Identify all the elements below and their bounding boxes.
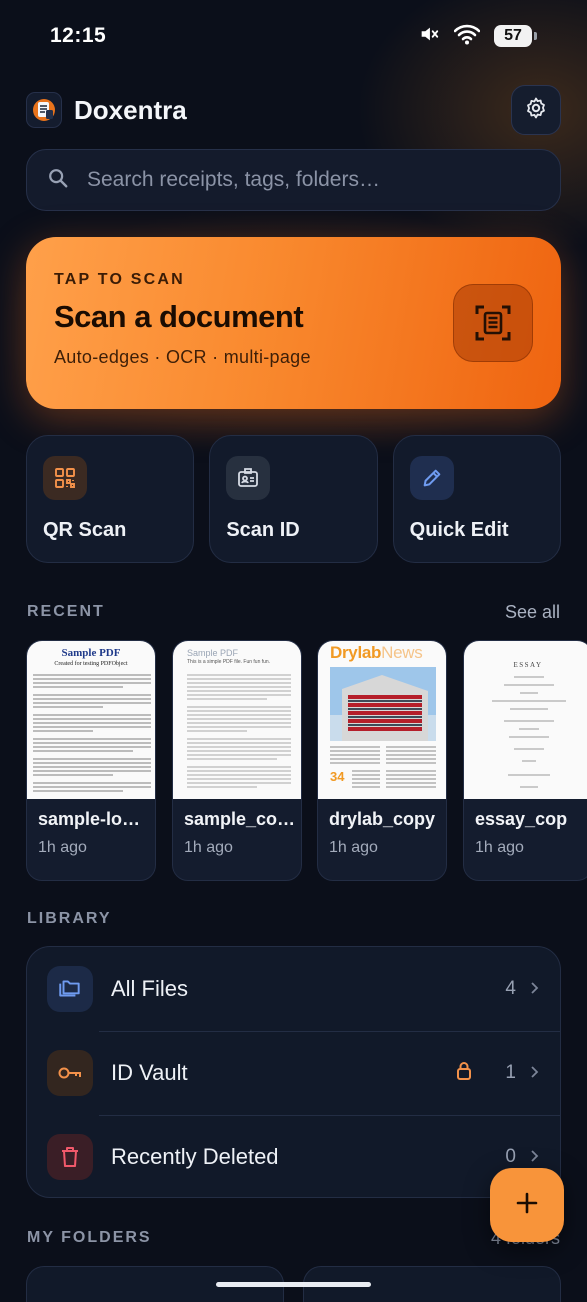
scan-document-card[interactable]: TAP TO SCAN Scan a document Auto-edges ·… xyxy=(26,237,561,409)
status-bar: 12:15 57 xyxy=(0,0,587,72)
document-thumbnail: Sample PDF Created for testing PDFObject xyxy=(27,641,155,799)
scan-id-button[interactable]: Scan ID xyxy=(209,435,378,563)
chevron-right-icon xyxy=(530,1147,540,1168)
library-item-count: 1 xyxy=(505,1062,516,1083)
quick-tools: QR Scan Scan ID Quick Edit xyxy=(26,435,561,563)
status-time: 12:15 xyxy=(50,24,107,47)
thumb-subtitle: Created for testing PDFObject xyxy=(54,661,128,667)
svg-text:34: 34 xyxy=(330,769,345,784)
thumb-title: Sample PDF xyxy=(187,648,239,658)
library-item-count: 0 xyxy=(505,1146,516,1167)
add-button[interactable] xyxy=(490,1168,564,1242)
gear-icon xyxy=(524,96,548,125)
settings-button[interactable] xyxy=(511,85,561,135)
lock-icon xyxy=(455,1061,473,1086)
document-thumbnail: DrylabNews 34 xyxy=(318,641,446,799)
document-scanner-icon[interactable] xyxy=(453,284,533,362)
battery-icon: 57 xyxy=(494,25,537,47)
battery-level: 57 xyxy=(494,25,532,47)
chevron-right-icon xyxy=(530,979,540,1000)
search-bar[interactable] xyxy=(26,149,561,211)
status-icons: 57 xyxy=(418,23,537,50)
library-item-all-files[interactable]: All Files 4 xyxy=(27,947,560,1031)
tool-label: Quick Edit xyxy=(409,519,509,541)
thumb-subtitle: This is a simple PDF file. Fun fun fun. xyxy=(187,659,271,665)
recent-documents-row: Sample PDF Created for testing PDFObject… xyxy=(26,640,587,882)
library-list: All Files 4 ID Vault 1 Recently Deleted … xyxy=(26,946,561,1198)
library-section-label: LIBRARY xyxy=(27,910,112,927)
document-name: sample-lo… xyxy=(38,809,141,829)
document-time: 1h ago xyxy=(38,839,87,856)
library-item-label: ID Vault xyxy=(111,1060,188,1085)
document-thumbnail: Sample PDF This is a simple PDF file. Fu… xyxy=(173,641,301,799)
qr-code-icon xyxy=(43,456,87,500)
search-icon xyxy=(47,167,69,194)
tool-label: QR Scan xyxy=(43,519,127,541)
key-icon xyxy=(47,1050,93,1096)
qr-scan-button[interactable]: QR Scan xyxy=(26,435,195,563)
app-header: Doxentra xyxy=(26,85,561,135)
id-card-icon xyxy=(226,456,271,500)
search-input[interactable] xyxy=(87,168,540,192)
pencil-icon xyxy=(409,456,454,500)
document-time: 1h ago xyxy=(475,839,524,856)
wifi-icon xyxy=(453,23,481,50)
mute-icon xyxy=(418,23,440,50)
library-item-count: 4 xyxy=(505,978,516,999)
document-name: essay_cop xyxy=(475,809,568,829)
trash-icon xyxy=(47,1134,93,1180)
folders-icon xyxy=(47,966,93,1012)
plus-icon xyxy=(515,1191,539,1220)
library-item-recently-deleted[interactable]: Recently Deleted 0 xyxy=(27,1115,560,1197)
see-all-link[interactable]: See all xyxy=(505,602,560,623)
app-title: Doxentra xyxy=(74,94,187,125)
app-logo-icon xyxy=(26,92,62,128)
library-item-id-vault[interactable]: ID Vault 1 xyxy=(27,1031,560,1115)
thumb-title: Sample PDF xyxy=(61,647,121,659)
recent-document-card[interactable]: DrylabNews 34 drylab_copy 1h ago xyxy=(317,640,447,881)
thumb-title: ESSAY xyxy=(513,661,543,669)
document-time: 1h ago xyxy=(329,839,378,856)
home-indicator[interactable] xyxy=(216,1282,371,1287)
recent-section-label: RECENT xyxy=(27,603,105,620)
quick-edit-button[interactable]: Quick Edit xyxy=(392,435,561,563)
recent-document-card[interactable]: Sample PDF Created for testing PDFObject… xyxy=(26,640,156,881)
document-name: sample_co… xyxy=(184,809,296,829)
library-item-label: Recently Deleted xyxy=(111,1144,279,1169)
document-name: drylab_copy xyxy=(329,809,436,829)
recent-document-card[interactable]: ESSAY essay_cop 1h ago xyxy=(463,640,587,881)
document-time: 1h ago xyxy=(184,839,233,856)
recent-document-card[interactable]: Sample PDF This is a simple PDF file. Fu… xyxy=(172,640,302,881)
chevron-right-icon xyxy=(530,1063,540,1084)
library-item-label: All Files xyxy=(111,976,189,1001)
document-thumbnail: ESSAY xyxy=(464,641,587,799)
my-folders-section-label: MY FOLDERS xyxy=(27,1229,152,1246)
tool-label: Scan ID xyxy=(226,519,300,541)
